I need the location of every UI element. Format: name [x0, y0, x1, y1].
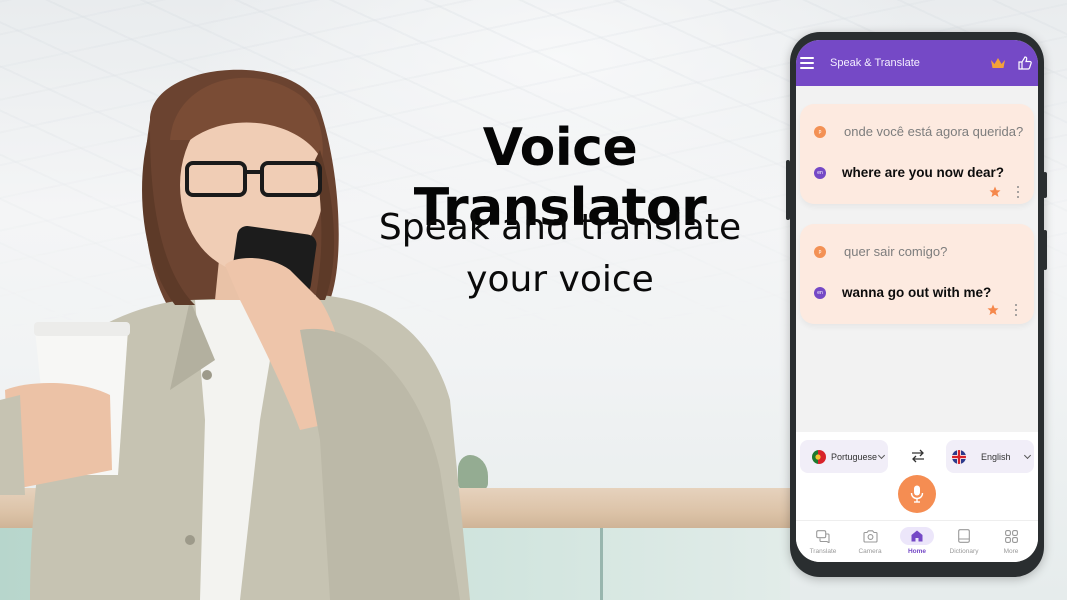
bottom-panel: Portuguese English Translate Camera Home…: [796, 432, 1038, 562]
conversation-card[interactable]: p onde você está agora querida? en where…: [800, 104, 1034, 204]
crown-icon[interactable]: [990, 56, 1006, 70]
app-bar: Speak & Translate: [796, 40, 1038, 86]
source-text: quer sair comigo?: [844, 244, 948, 259]
source-language-select[interactable]: Portuguese: [800, 440, 888, 473]
nav-item-dictionary[interactable]: Dictionary: [941, 521, 987, 562]
nav-label: Translate: [809, 548, 837, 555]
nav-item-translate[interactable]: Translate: [800, 521, 846, 562]
app-title: Speak & Translate: [830, 57, 920, 69]
home-icon: [911, 530, 923, 542]
microphone-button[interactable]: [898, 475, 936, 513]
phone-volume-button: [1043, 172, 1047, 198]
nav-label: Home: [907, 548, 927, 555]
conversation-card[interactable]: p quer sair comigo? en wanna go out with…: [800, 224, 1034, 324]
nav-label: Camera: [858, 548, 882, 555]
nav-label: Dictionary: [949, 548, 979, 555]
source-text: onde você está agora querida?: [844, 124, 1024, 139]
phone-power-button: [1043, 230, 1047, 270]
uk-flag-icon: [952, 449, 966, 464]
swap-arrows-icon[interactable]: [910, 448, 926, 464]
book-icon: [958, 529, 970, 543]
nav-item-more[interactable]: More: [988, 521, 1034, 562]
thumbs-up-icon[interactable]: [1018, 56, 1032, 70]
source-language-label: Portuguese: [831, 451, 878, 462]
target-language-select[interactable]: English: [946, 440, 1034, 473]
target-text: wanna go out with me?: [842, 285, 992, 300]
source-row: p onde você está agora querida?: [814, 124, 1023, 139]
phone-side-button: [786, 160, 790, 220]
nav-label: More: [1003, 548, 1019, 555]
app-screen: Speak & Translate p onde você está agora…: [796, 40, 1038, 562]
grid-icon: [1004, 529, 1018, 543]
target-row: en where are you now dear?: [814, 165, 1004, 180]
promo-subline-line-2: your voice: [466, 259, 654, 300]
glass-post: [600, 528, 603, 600]
promo-subline-line-1: Speak and translate: [378, 207, 742, 248]
more-options-icon[interactable]: [1014, 304, 1018, 316]
target-row: en wanna go out with me?: [814, 285, 991, 300]
target-language-label: English: [981, 451, 1011, 462]
nav-item-camera[interactable]: Camera: [847, 521, 893, 562]
hamburger-menu-icon[interactable]: [800, 57, 814, 69]
bottom-navigation: Translate Camera Home Dictionary More: [796, 520, 1038, 562]
target-text: where are you now dear?: [842, 165, 1005, 180]
target-language-badge: en: [814, 286, 826, 299]
source-language-badge: p: [814, 125, 826, 138]
target-language-badge: en: [814, 166, 826, 179]
chevron-down-icon: [878, 451, 886, 459]
favorite-star-icon[interactable]: [987, 304, 999, 316]
source-row: p quer sair comigo?: [814, 244, 947, 259]
conversation-list: p onde você está agora querida? en where…: [796, 86, 1038, 324]
favorite-star-icon[interactable]: [989, 186, 1001, 198]
portugal-flag-icon: [812, 449, 826, 464]
chevron-down-icon: [1023, 451, 1031, 459]
camera-icon: [862, 529, 878, 543]
more-options-icon[interactable]: [1016, 186, 1020, 198]
source-language-badge: p: [814, 245, 826, 258]
nav-item-home[interactable]: Home: [894, 521, 940, 562]
microphone-icon: [910, 485, 924, 503]
promo-subline: Speak and translate your voice: [330, 202, 790, 306]
chat-bubbles-icon: [816, 529, 830, 543]
